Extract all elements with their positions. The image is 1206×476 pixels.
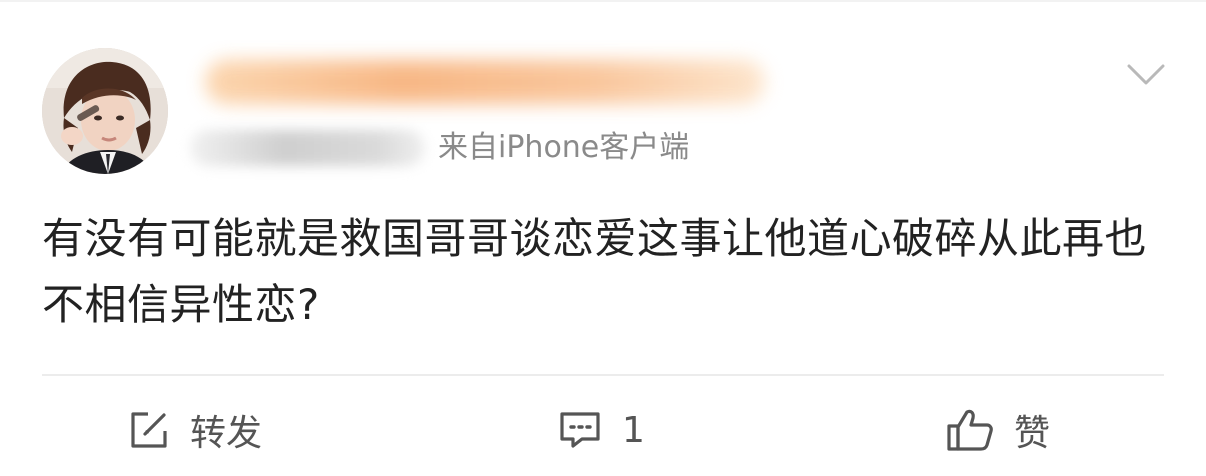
- action-divider: [42, 374, 1164, 376]
- chevron-down-icon[interactable]: [1126, 62, 1166, 88]
- username-blurred[interactable]: [205, 60, 765, 104]
- thumbs-up-icon: [947, 409, 993, 451]
- weibo-post-card: 来自iPhone客户端 有没有可能就是救国哥哥谈恋爱这事让他道心破碎从此再也不相…: [0, 0, 1206, 476]
- repost-button[interactable]: 转发: [128, 400, 262, 460]
- repost-edit-icon: [131, 412, 167, 448]
- repost-label: 转发: [190, 413, 263, 454]
- top-separator: [0, 0, 1206, 2]
- comment-button[interactable]: 1: [558, 400, 645, 460]
- like-button[interactable]: 赞: [946, 400, 1050, 460]
- post-content: 有没有可能就是救国哥哥谈恋爱这事让他道心破碎从此再也不相信异性恋?: [42, 214, 1148, 329]
- post-source: 来自iPhone客户端: [438, 130, 690, 165]
- avatar[interactable]: [42, 48, 168, 174]
- timestamp-blurred: [190, 130, 425, 166]
- avatar-image: [42, 48, 168, 174]
- post-meta: 来自iPhone客户端: [190, 128, 710, 168]
- comment-bubble-icon: [560, 412, 600, 448]
- like-label: 赞: [1014, 413, 1051, 454]
- comment-count: 1: [622, 409, 645, 451]
